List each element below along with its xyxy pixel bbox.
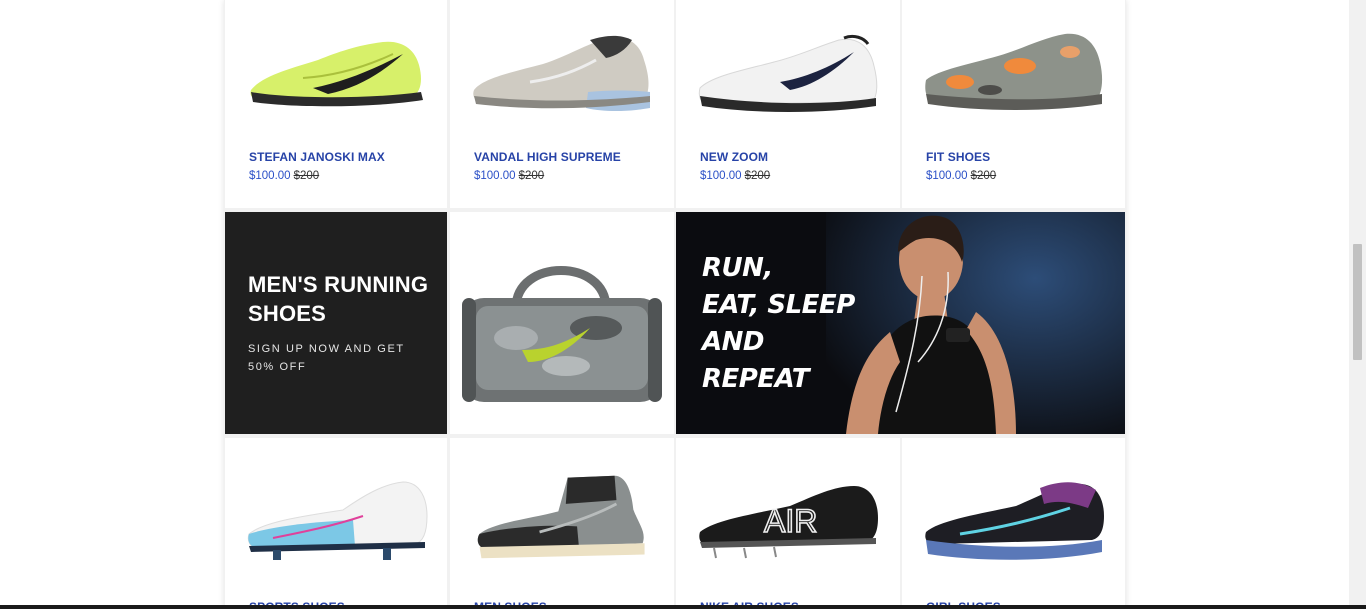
product-image[interactable] [920,478,1110,568]
product-image[interactable] [243,30,433,120]
scrollbar-thumb[interactable] [1353,244,1362,360]
product-name[interactable]: FIT SHOES [926,150,990,164]
promo-panel[interactable]: MEN'S RUNNING SHOES SIGN UP NOW AND GET … [225,212,447,434]
product-price: $100.00 $200 [474,170,544,182]
product-card[interactable]: MEN SHOES [450,438,674,609]
banner-slogan: RUN, EAT, SLEEP AND REPEAT [702,250,855,398]
old-price: $200 [970,170,997,182]
promo-title-line: SHOES [248,301,327,326]
woman-with-earphones-image [826,212,1125,434]
lifestyle-banner[interactable]: RUN, EAT, SLEEP AND REPEAT [676,212,1125,434]
vertical-scrollbar[interactable] [1349,0,1366,609]
product-card[interactable]: NEW ZOOM $100.00 $200 [676,0,900,208]
product-card[interactable]: STEFAN JANOSKI MAX $100.00 $200 [225,0,447,208]
product-name[interactable]: NEW ZOOM [700,150,768,164]
duffel-bag-image[interactable] [456,238,668,408]
banner-line: RUN, [702,253,773,283]
product-image[interactable] [468,472,658,562]
promo-title: MEN'S RUNNING SHOES [248,270,438,328]
product-name[interactable]: VANDAL HIGH SUPREME [474,150,621,164]
product-image[interactable] [694,30,884,120]
svg-text:AIR: AIR [764,503,817,539]
banner-line: AND [702,327,764,357]
product-card[interactable]: SPORTS SHOES [225,438,447,609]
current-price: $100.00 [249,170,291,182]
old-price: $200 [518,170,545,182]
product-image[interactable]: AIR [694,478,884,568]
product-card[interactable]: FIT SHOES $100.00 $200 [902,0,1125,208]
product-price: $100.00 $200 [700,170,770,182]
bag-card[interactable] [450,212,674,434]
product-card[interactable]: VANDAL HIGH SUPREME $100.00 $200 [450,0,674,208]
current-price: $100.00 [926,170,968,182]
old-price: $200 [744,170,771,182]
product-price: $100.00 $200 [926,170,996,182]
banner-line: REPEAT [702,364,809,394]
product-image[interactable] [243,476,433,566]
current-price: $100.00 [474,170,516,182]
old-price: $200 [293,170,320,182]
product-grid: STEFAN JANOSKI MAX $100.00 $200 VANDAL HI… [224,0,1126,609]
product-card[interactable]: GIRL SHOES [902,438,1125,609]
banner-line: EAT, SLEEP [702,290,855,320]
current-price: $100.00 [700,170,742,182]
bottom-edge-bar [0,605,1366,609]
product-image[interactable] [468,30,658,120]
product-image[interactable] [920,30,1110,120]
product-price: $100.00 $200 [249,170,319,182]
promo-title-line: MEN'S RUNNING [248,272,429,297]
product-card[interactable]: AIR NIKE AIR SHOES [676,438,900,609]
promo-subtitle: SIGN UP NOW AND GET 50% OFF [248,343,405,373]
product-name[interactable]: STEFAN JANOSKI MAX [249,150,385,164]
